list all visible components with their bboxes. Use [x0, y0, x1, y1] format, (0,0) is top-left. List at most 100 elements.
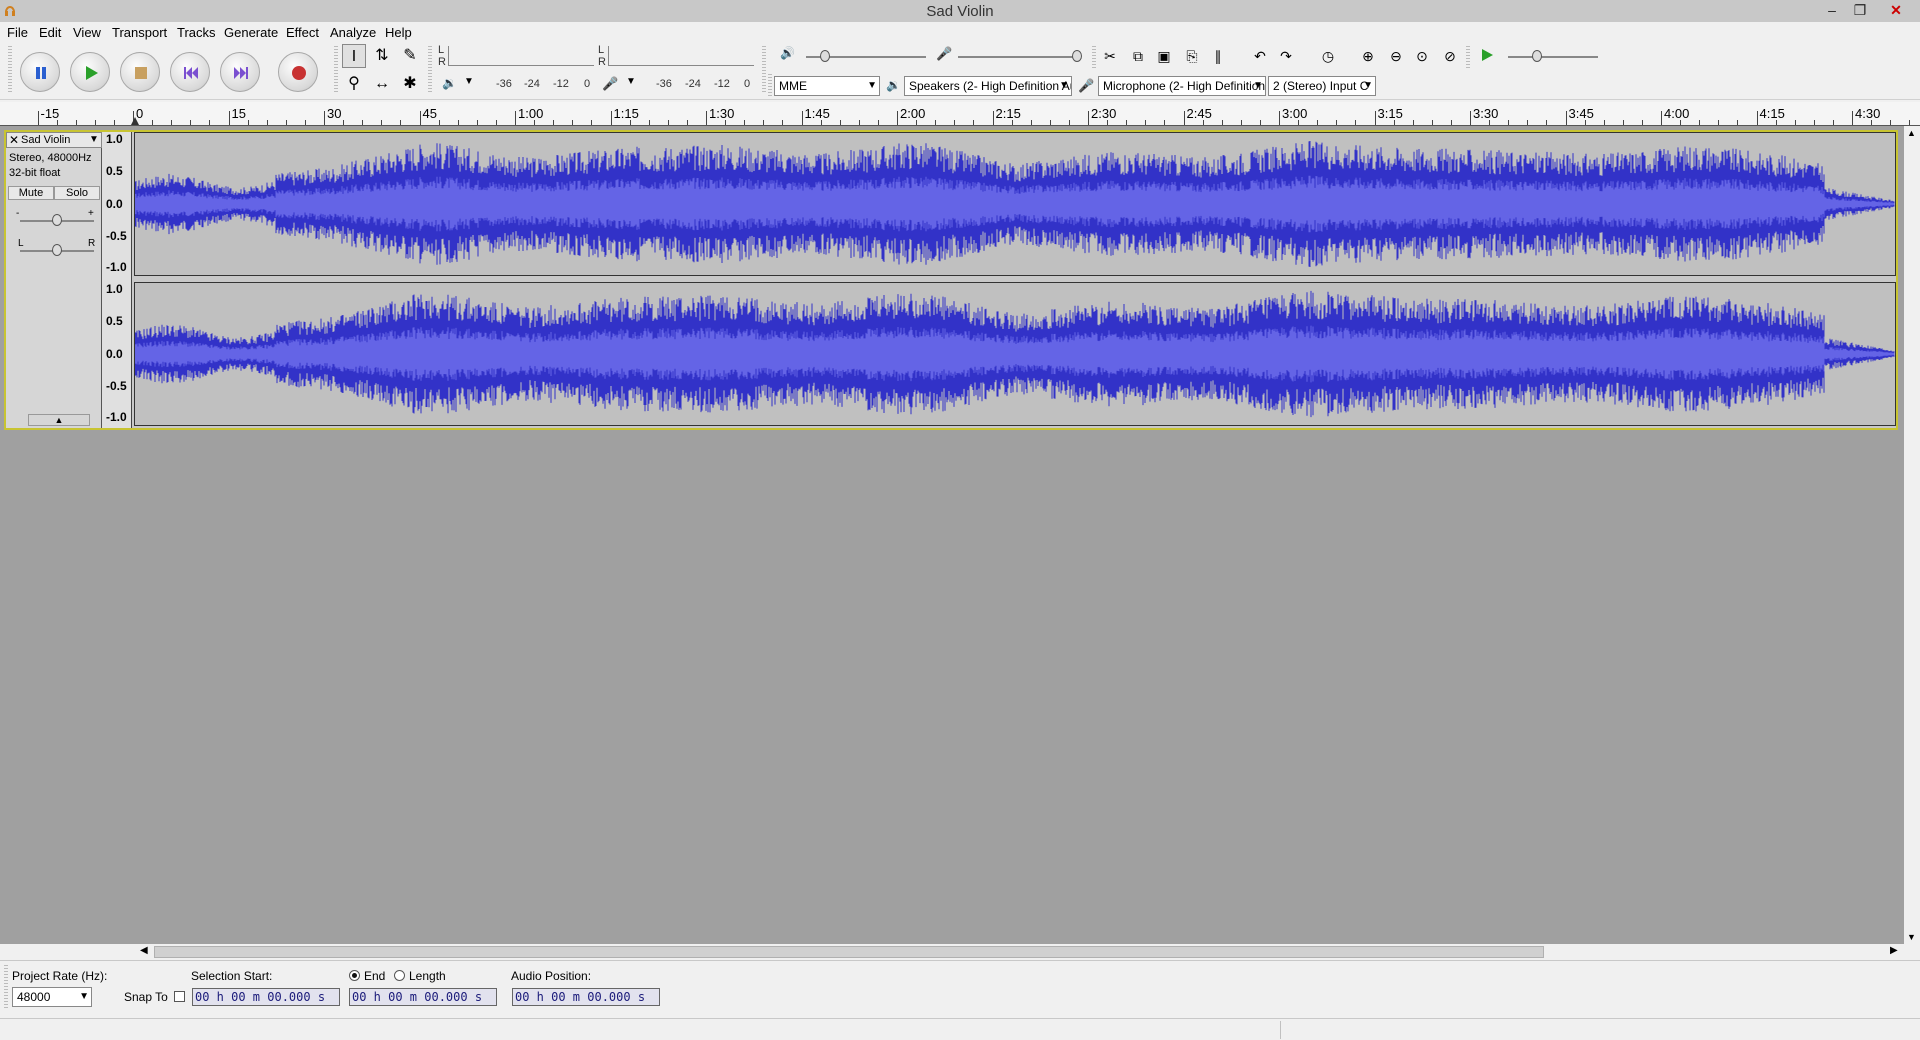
zoom-in-icon[interactable]: ⊕: [1356, 44, 1380, 68]
collapse-track-button[interactable]: ▲: [28, 414, 90, 426]
timeline-ruler[interactable]: -15 0 15 30 45 1:00 1:15 1:30 1:45 2:00 2:15 2:30 2:…: [0, 102, 1920, 126]
toolbar-grip[interactable]: [1092, 46, 1096, 68]
close-track-icon[interactable]: ✕: [9, 133, 19, 147]
vertical-scale[interactable]: 1.0 0.5 0.0 -0.5 -1.0 1.0 0.5 0.0 -0.5 -…: [102, 132, 132, 428]
cut-icon[interactable]: ✂: [1098, 44, 1122, 68]
menu-generate[interactable]: Generate: [224, 25, 278, 40]
minimize-button[interactable]: –: [1818, 0, 1846, 20]
selection-tool-icon[interactable]: I: [342, 44, 366, 68]
toolbar-grip[interactable]: [334, 46, 338, 94]
play-at-speed-icon[interactable]: [1480, 48, 1494, 62]
track-name[interactable]: Sad Violin: [21, 134, 70, 146]
scroll-left-icon[interactable]: ◀: [140, 945, 148, 956]
ruler-label: 1:00: [518, 106, 544, 121]
toolbar-grip[interactable]: [1466, 46, 1470, 68]
copy-icon[interactable]: ⧉: [1126, 44, 1150, 68]
redo-icon[interactable]: ↷: [1274, 44, 1298, 68]
ruler-label: 3:15: [1377, 106, 1403, 121]
multi-tool-icon[interactable]: ✱: [398, 72, 422, 96]
end-radio[interactable]: [349, 970, 360, 981]
playback-device-select[interactable]: Speakers (2- High Definition Au ▼: [904, 76, 1072, 96]
play-speed-slider[interactable]: [1508, 56, 1598, 58]
scroll-right-icon[interactable]: ▶: [1890, 945, 1898, 956]
envelope-tool-icon[interactable]: ⇅: [370, 44, 394, 68]
scroll-down-icon[interactable]: ▼: [1907, 932, 1916, 942]
snap-to-checkbox[interactable]: [174, 991, 185, 1002]
audio-position-time[interactable]: 00 h 00 m 00.000 s: [512, 988, 660, 1006]
fit-project-icon[interactable]: ⊘: [1438, 44, 1462, 68]
meter-tick: -12: [553, 78, 569, 90]
toolbar-grip[interactable]: [4, 965, 8, 1009]
menu-edit[interactable]: Edit: [39, 25, 61, 40]
menu-effect[interactable]: Effect: [286, 25, 319, 40]
ruler-tick: [1756, 111, 1758, 125]
channels-select[interactable]: 2 (Stereo) Input C ▼: [1268, 76, 1376, 96]
playhead-marker[interactable]: [131, 117, 139, 125]
toolbar-grip[interactable]: [762, 46, 766, 94]
time-shift-tool-icon[interactable]: ↔: [370, 72, 394, 96]
ruler-label: 2:15: [995, 106, 1021, 121]
selection-start-time[interactable]: 00 h 00 m 00.000 s: [192, 988, 340, 1006]
waveform-right-channel[interactable]: [134, 282, 1896, 426]
stop-button[interactable]: [120, 52, 160, 92]
horizontal-scrollbar[interactable]: ◀ ▶: [0, 944, 1904, 960]
ruler-tick: [1565, 111, 1567, 125]
ruler-tick: [266, 120, 268, 125]
undo-icon[interactable]: ↶: [1248, 44, 1272, 68]
audio-track[interactable]: ✕ Sad Violin ▼ Stereo, 48000Hz 32-bit fl…: [4, 130, 1898, 430]
recording-volume-thumb[interactable]: [1072, 50, 1082, 62]
gain-slider-thumb[interactable]: [52, 214, 62, 226]
silence-icon[interactable]: ∥: [1206, 44, 1230, 68]
track-bit-depth-info: 32-bit float: [9, 167, 61, 179]
menu-tracks[interactable]: Tracks: [177, 25, 216, 40]
chevron-down-icon[interactable]: ▼: [464, 76, 474, 87]
fit-selection-icon[interactable]: ⊙: [1410, 44, 1434, 68]
play-speed-thumb[interactable]: [1532, 50, 1542, 62]
solo-button[interactable]: Solo: [54, 186, 100, 200]
record-meter[interactable]: [608, 46, 754, 66]
project-rate-select[interactable]: 48000 ▼: [12, 987, 92, 1007]
pause-button[interactable]: [20, 52, 60, 92]
horizontal-scroll-thumb[interactable]: [154, 946, 1544, 958]
play-button[interactable]: [70, 52, 110, 92]
recording-volume-slider[interactable]: [958, 56, 1080, 58]
waveform-left-channel[interactable]: [134, 132, 1896, 276]
selection-end-time[interactable]: 00 h 00 m 00.000 s: [349, 988, 497, 1006]
chevron-down-icon[interactable]: ▼: [626, 76, 636, 87]
zoom-tool-icon[interactable]: ⚲: [342, 72, 366, 96]
restore-button[interactable]: ❐: [1846, 0, 1874, 20]
scale-label: -0.5: [106, 229, 127, 243]
track-menu-chevron-icon[interactable]: ▼: [89, 134, 99, 145]
track-name-bar[interactable]: ✕ Sad Violin ▼: [6, 132, 102, 148]
record-button[interactable]: [278, 52, 318, 92]
menu-view[interactable]: View: [73, 25, 101, 40]
ruler-tick: [992, 111, 994, 125]
menu-transport[interactable]: Transport: [112, 25, 167, 40]
audio-host-select[interactable]: MME ▼: [774, 76, 880, 96]
skip-to-end-button[interactable]: [220, 52, 260, 92]
vertical-scrollbar[interactable]: ▲ ▼: [1904, 126, 1920, 944]
toolbar-grip[interactable]: [768, 74, 772, 96]
menu-file[interactable]: File: [7, 25, 28, 40]
toolbar-grip[interactable]: [8, 46, 12, 94]
scroll-up-icon[interactable]: ▲: [1907, 128, 1916, 138]
length-label: Length: [409, 969, 446, 983]
toolbar-grip[interactable]: [428, 46, 432, 94]
close-button[interactable]: ✕: [1882, 0, 1910, 20]
length-radio[interactable]: [394, 970, 405, 981]
ruler-tick: [343, 120, 345, 125]
menu-analyze[interactable]: Analyze: [330, 25, 376, 40]
sync-lock-icon[interactable]: ◷: [1316, 44, 1340, 68]
draw-tool-icon[interactable]: ✎: [398, 44, 422, 68]
playback-meter[interactable]: [448, 46, 594, 66]
paste-icon[interactable]: ▣: [1152, 44, 1176, 68]
menu-help[interactable]: Help: [385, 25, 412, 40]
track-area[interactable]: ✕ Sad Violin ▼ Stereo, 48000Hz 32-bit fl…: [0, 126, 1904, 944]
recording-device-select[interactable]: Microphone (2- High Definition ▼: [1098, 76, 1266, 96]
pan-slider-thumb[interactable]: [52, 244, 62, 256]
skip-to-start-button[interactable]: [170, 52, 210, 92]
zoom-out-icon[interactable]: ⊖: [1384, 44, 1408, 68]
trim-icon[interactable]: ⎘: [1180, 44, 1204, 68]
playback-volume-thumb[interactable]: [820, 50, 830, 62]
mute-button[interactable]: Mute: [8, 186, 54, 200]
